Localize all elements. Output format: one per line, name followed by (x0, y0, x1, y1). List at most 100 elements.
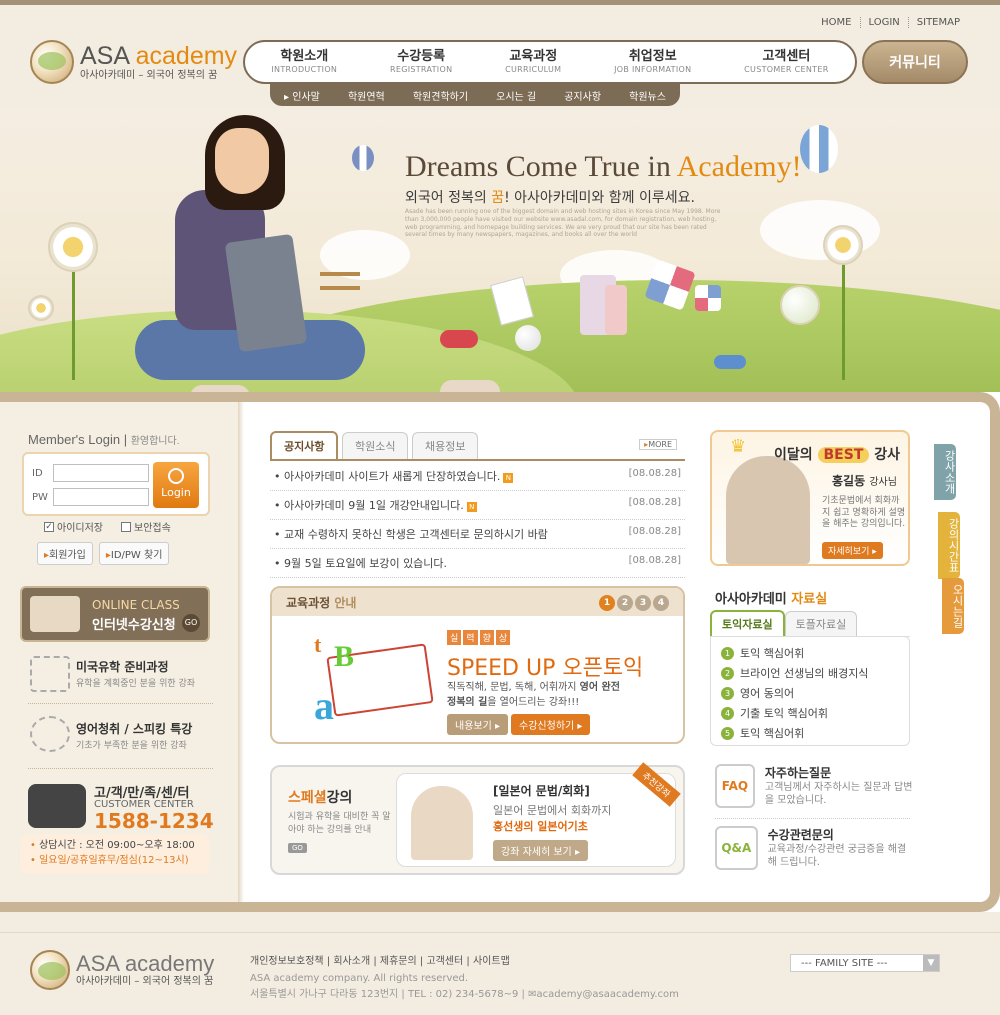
more-button[interactable]: ▸MORE (639, 439, 677, 450)
flower-stem (72, 270, 75, 380)
side-tab-teachers[interactable]: 강사소개 (934, 444, 956, 500)
family-site-select[interactable]: --- FAMILY SITE --- ▼ (790, 954, 940, 972)
join-button[interactable]: ▸회원가입 (37, 542, 93, 565)
nav-curriculum[interactable]: 교육과정 CURRICULUM (505, 49, 561, 74)
inquiry-title: 수강관련문의 (767, 828, 834, 842)
tab-notice[interactable]: 공지사항 (270, 431, 339, 459)
tab-toeic[interactable]: 토익자료실 (710, 610, 785, 636)
tab-jobs[interactable]: 채용정보 (411, 432, 479, 459)
teacher-name-text: 홍길동 (832, 474, 866, 488)
subnav-history[interactable]: 학원연혁 (348, 88, 385, 103)
signpost-icon (30, 656, 70, 692)
special-line1: 일본어 문법에서 회화까지 (493, 804, 612, 817)
subnav-tour[interactable]: 학원견학하기 (413, 88, 468, 103)
teacher-role: 강사님 (869, 477, 897, 488)
car-icon (440, 330, 478, 348)
faq-link[interactable]: FAQ 자주하는질문 고객님께서 자주하시는 질문과 답변을 모았습니다. (715, 764, 915, 808)
notice-date: [08.08.28] (628, 526, 681, 537)
save-id-checkbox[interactable]: ✓ 아이디저장 (44, 519, 103, 534)
course-box: 교육과정 안내 1234 a B t 실력향상 SPEED UP 오픈토익 직독… (270, 586, 685, 744)
list-item[interactable]: 4 기출 토익 핵심어휘 (711, 703, 909, 723)
home-link[interactable]: HOME (813, 17, 859, 28)
footer-link-partnership[interactable]: 제휴문의 (380, 956, 417, 967)
pw-input[interactable] (53, 488, 149, 506)
cs-phone: 1588-1234 (94, 809, 214, 833)
nav-customer-center[interactable]: 고객센터 CUSTOMER CENTER (744, 49, 828, 74)
course-desc: 직독직해, 문법, 독해, 어휘까지 영어 완전 정복의 길을 열어드리는 강좌… (447, 680, 672, 710)
id-input[interactable] (53, 464, 149, 482)
list-item[interactable]: • 아사아카데미 사이트가 새롭게 단장하였습니다. N [08.08.28] (270, 462, 685, 491)
list-item[interactable]: 5 토익 핵심어휘 (711, 723, 909, 743)
resource-tabs: 토익자료실 토플자료실 (710, 610, 910, 637)
login-link[interactable]: LOGIN (859, 17, 908, 28)
hero-banner: Dreams Come True in Academy! 외국어 정복의 꿈! … (0, 110, 1000, 400)
list-item[interactable]: 3 영어 동의어 (711, 683, 909, 703)
subnav-news[interactable]: 학원뉴스 (629, 88, 666, 103)
page-4-button[interactable]: 4 (653, 595, 669, 611)
view-details-button[interactable]: 내용보기 ▸ (447, 714, 509, 735)
footer-link-privacy[interactable]: 개인정보보호정책 (250, 956, 324, 967)
sitemap-link[interactable]: SITEMAP (907, 17, 968, 28)
hero-title: Dreams Come True in Academy! (405, 150, 802, 184)
balloon-icon (800, 125, 838, 173)
side-tab-timetable[interactable]: 강의시간표 (938, 512, 960, 579)
list-item[interactable]: • 9월 5일 토요일에 보강이 있습니다. [08.08.28] (270, 549, 685, 578)
hero-sub-text: 외국어 정복의 (405, 190, 492, 206)
online-class-banner[interactable]: ONLINE CLASS 인터넷수강신청 GO (20, 586, 210, 642)
save-id-label: 아이디저장 (57, 523, 103, 534)
secure-login-checkbox[interactable]: 보안접속 (121, 519, 171, 534)
subnav-notice[interactable]: 공지사항 (564, 88, 601, 103)
page-2-button[interactable]: 2 (617, 595, 633, 611)
left-menu-listening[interactable]: 영어청취 / 스피킹 특강 기초가 부족한 분을 위한 강좌 (28, 703, 213, 763)
book-spine (238, 392, 244, 912)
new-badge: N (466, 502, 477, 512)
nav-registration[interactable]: 수강등록 REGISTRATION (390, 49, 452, 74)
list-item[interactable]: • 아사아카데미 9월 1일 개강안내입니다. N [08.08.28] (270, 491, 685, 520)
list-item[interactable]: 1 토익 핵심어휘 (711, 643, 909, 663)
course-title: 교육과정 (286, 596, 331, 610)
apply-course-button[interactable]: 수강신청하기 ▸ (511, 714, 591, 735)
find-idpw-button[interactable]: ▸ID/PW 찾기 (98, 542, 170, 565)
footer-link-sitemap[interactable]: 사이트맵 (473, 956, 510, 967)
building-icon (605, 285, 627, 335)
go-button[interactable]: GO (182, 614, 200, 632)
tab-toefl[interactable]: 토플자료실 (784, 611, 858, 636)
secure-label: 보안접속 (134, 523, 171, 534)
special-card[interactable]: [일본어 문법/회화] 일본어 문법에서 회화까지 홍선생의 일본어기초 강좌 … (396, 762, 681, 867)
site-logo[interactable]: ASA academy 아사아카데미 – 외국어 정복의 꿈 (30, 40, 237, 84)
footer-link-company[interactable]: 회사소개 (333, 956, 370, 967)
car-icon (714, 355, 746, 369)
badge-char: 상 (495, 630, 511, 645)
online-class-title: ONLINE CLASS (92, 598, 180, 612)
teacher-detail-button[interactable]: 자세히보기 ▸ (822, 542, 883, 559)
pinwheel-icon (695, 285, 721, 311)
go-button[interactable]: GO (288, 843, 307, 853)
subnav-greeting[interactable]: ▸ 인사말 (284, 88, 320, 103)
lecture-detail-button[interactable]: 강좌 자세히 보기 ▸ (493, 840, 588, 861)
flower-icon (48, 222, 98, 272)
best-teacher-box[interactable]: ♛ 이달의 BEST 강사 홍길동 강사님 기초문법에서 회화까지 쉽고 명확하… (710, 430, 910, 566)
left-menu-study-abroad[interactable]: 미국유학 준비과정 유학을 계획중인 분을 위한 강좌 (28, 650, 213, 700)
nav-introduction[interactable]: 학원소개 INTRODUCTION (271, 49, 337, 74)
cs-holiday-text: 일요일/공휴일휴무/점심(12~13시) (39, 855, 189, 866)
subnav-directions[interactable]: 오시는 길 (496, 88, 536, 103)
notice-date: [08.08.28] (628, 555, 681, 566)
side-tab-directions[interactable]: 오시는길 (942, 578, 964, 634)
special-lecture-box: 스페셜강의 시험과 유학을 대비한 꼭 알아야 하는 강의를 안내 GO [일본… (270, 762, 685, 875)
special-desc: 시험과 유학을 대비한 꼭 알아야 하는 강의를 안내 (288, 812, 391, 835)
footer-link-customer[interactable]: 고객센터 (426, 956, 463, 967)
page-3-button[interactable]: 3 (635, 595, 651, 611)
notice-date: [08.08.28] (628, 497, 681, 508)
footer-copyright: ASA academy company. All rights reserved… (250, 971, 679, 1003)
footer-email[interactable]: academy@asaacademy.com (536, 989, 678, 1000)
nav-job-information[interactable]: 취업정보 JOB INFORMATION (614, 49, 691, 74)
community-button[interactable]: 커뮤니티 (862, 40, 968, 84)
login-button[interactable]: Login (153, 462, 199, 508)
globe-icon (30, 950, 70, 990)
list-item[interactable]: • 교재 수령하지 못하신 학생은 고객센터로 문의하시기 바람 [08.08.2… (270, 520, 685, 549)
page-1-button[interactable]: 1 (599, 595, 615, 611)
tab-news[interactable]: 학원소식 (341, 432, 409, 459)
list-item[interactable]: 2 브라이언 선생님의 배경지식 (711, 663, 909, 683)
resource-item-label: 브라이언 선생님의 배경지식 (740, 667, 869, 680)
inquiry-link[interactable]: Q&A 수강관련문의 교육과정/수강관련 궁금증을 해결해 드립니다. (715, 826, 915, 870)
